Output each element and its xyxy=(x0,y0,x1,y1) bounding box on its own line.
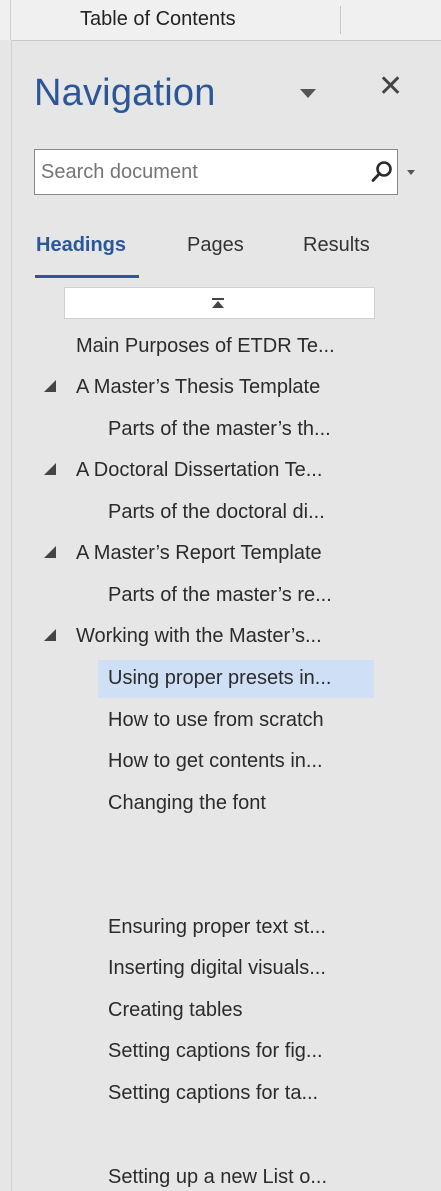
heading-item-selected[interactable]: Using proper presets in... xyxy=(108,667,331,690)
heading-item[interactable]: Setting up a new List o... xyxy=(108,1166,327,1189)
collapse-all-button[interactable] xyxy=(64,287,375,319)
toolbar-divider xyxy=(10,0,11,40)
heading-item[interactable]: Parts of the doctoral di... xyxy=(108,501,325,524)
expand-triangle-icon[interactable] xyxy=(44,463,56,475)
heading-item[interactable]: A Master’s Thesis Template xyxy=(76,376,320,399)
toolbar: Table of Contents xyxy=(0,0,441,40)
toolbar-separator xyxy=(340,6,341,34)
heading-item[interactable]: Ensuring proper text st... xyxy=(108,916,326,939)
pane-border-top xyxy=(12,40,441,41)
heading-item[interactable]: Inserting digital visuals... xyxy=(108,957,326,980)
search-box[interactable] xyxy=(34,149,415,195)
expand-triangle-icon[interactable] xyxy=(44,546,56,558)
heading-item[interactable]: Parts of the master’s th... xyxy=(108,418,331,441)
search-input[interactable] xyxy=(37,152,341,192)
heading-item[interactable]: A Master’s Report Template xyxy=(76,542,322,565)
close-icon[interactable]: ✕ xyxy=(378,72,403,102)
heading-item[interactable]: Setting captions for ta... xyxy=(108,1082,318,1105)
heading-item[interactable]: How to use from scratch xyxy=(108,709,324,732)
heading-item[interactable]: Parts of the master’s re... xyxy=(108,584,332,607)
active-tab-indicator xyxy=(35,275,139,278)
pane-options-icon[interactable] xyxy=(300,89,316,98)
tab-results[interactable]: Results xyxy=(303,234,370,257)
heading-item[interactable]: A Doctoral Dissertation Te... xyxy=(76,459,322,482)
heading-item[interactable]: Main Purposes of ETDR Te... xyxy=(76,335,335,358)
tab-headings[interactable]: Headings xyxy=(36,234,126,257)
heading-item[interactable]: Changing the font xyxy=(108,792,266,815)
collapse-up-icon xyxy=(212,298,224,308)
heading-item[interactable]: Setting captions for fig... xyxy=(108,1040,323,1063)
heading-item[interactable]: Working with the Master’s... xyxy=(76,625,322,648)
tab-pages[interactable]: Pages xyxy=(187,234,244,257)
expand-triangle-icon[interactable] xyxy=(44,629,56,641)
chevron-down-icon[interactable] xyxy=(407,170,415,175)
pane-border-left xyxy=(11,40,12,1191)
search-icon[interactable] xyxy=(370,160,394,184)
heading-item[interactable]: Creating tables xyxy=(108,999,243,1022)
expand-triangle-icon[interactable] xyxy=(44,380,56,392)
toolbar-title[interactable]: Table of Contents xyxy=(80,8,236,31)
pane-title: Navigation xyxy=(34,72,216,114)
heading-item[interactable]: How to get contents in... xyxy=(108,750,323,773)
